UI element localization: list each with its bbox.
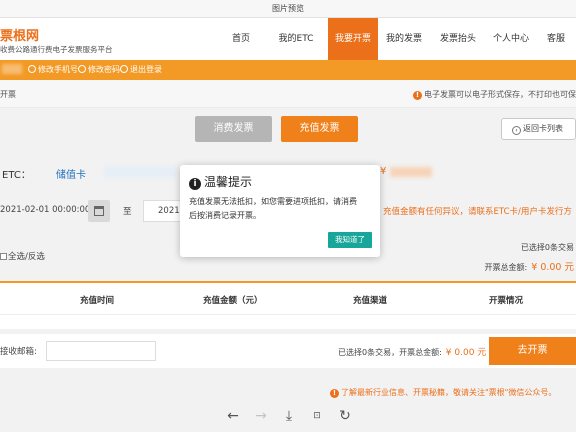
etc-amount-prefix: ¥ — [380, 166, 387, 177]
modal-title: i 温馨提示 — [189, 173, 252, 190]
etc-card-number-blurred — [104, 166, 176, 178]
start-date-field[interactable]: 2021-02-01 00:00:00 — [0, 205, 90, 215]
selected-total: 开票总金额: ¥ 0.00 元 — [484, 262, 574, 273]
fit-icon[interactable]: ⊡ — [307, 406, 327, 426]
phone-icon — [28, 65, 36, 73]
logout-link[interactable]: 退出登录 — [120, 64, 162, 75]
email-input[interactable] — [46, 341, 156, 361]
issue-invoice-button[interactable]: 去开票 — [489, 337, 576, 365]
change-password-link[interactable]: 修改密码 — [78, 64, 120, 75]
nav-invoice-title[interactable]: 发票抬头 — [430, 18, 486, 60]
back-to-card-list-button[interactable]: ‹ 返回卡列表 — [501, 118, 576, 140]
nav-customer-service[interactable]: 客服 — [536, 18, 576, 60]
tab-consume-invoice[interactable]: 消费发票 — [195, 116, 272, 142]
main-nav: 首页 我的ETC 我要开票 我的发票 发票抬头 个人中心 客服 — [218, 18, 576, 60]
nav-issue-invoice[interactable]: 我要开票 — [328, 18, 378, 60]
wechat-promo[interactable]: ! 了解最新行业信息、开票秘籍，敬请关注"票根"微信公众号。 — [330, 387, 556, 398]
info-icon: ! — [330, 389, 339, 398]
select-all-checkbox[interactable]: 全选/反选 — [0, 250, 45, 262]
breadcrumb-current: 开票 — [0, 90, 16, 99]
right-arrow-icon[interactable]: → — [251, 406, 271, 426]
col-invoice-status: 开票情况 — [489, 296, 524, 306]
nav-personal-center[interactable]: 个人中心 — [486, 18, 536, 60]
tab-recharge-invoice[interactable]: 充值发票 — [281, 116, 358, 142]
user-name-blurred — [2, 64, 22, 74]
nav-home[interactable]: 首页 — [218, 18, 264, 60]
etc-card-type: 储值卡 — [56, 170, 86, 181]
selected-count: 已选择0条交易 — [520, 243, 574, 252]
etc-label: ETC： — [2, 170, 31, 181]
col-recharge-amount: 充值金额（元） — [203, 296, 263, 306]
download-icon[interactable]: ⤓ — [279, 406, 299, 426]
calendar-button[interactable] — [88, 200, 110, 222]
calendar-icon — [94, 206, 104, 216]
logo-title[interactable]: 票根网 — [0, 25, 39, 44]
change-phone-link[interactable]: 修改手机号 — [28, 64, 78, 75]
bottom-bar: 接收邮箱: 已选择0条交易，开票总金额: ¥ 0.00 元 去开票 — [0, 334, 576, 368]
viewer-title: 图片预览 — [0, 0, 576, 18]
col-recharge-channel: 充值渠道 — [353, 296, 388, 306]
modal-message-line1: 充值发票无法抵扣，如您需要进项抵扣，请消费 — [189, 197, 357, 206]
email-label: 接收邮箱: — [0, 347, 37, 357]
nav-my-invoices[interactable]: 我的发票 — [378, 18, 430, 60]
breadcrumb: 开票 ! 电子发票可以电子形式保存，不打印也可保 — [0, 80, 576, 108]
nav-my-etc[interactable]: 我的ETC — [264, 18, 328, 60]
rotate-icon[interactable]: ↻ — [335, 406, 355, 426]
dispute-notice: 充值金额有任何异议，请联系ETC卡/用户卡发行方 — [383, 207, 572, 217]
left-arrow-icon[interactable]: ← — [223, 406, 243, 426]
lock-icon — [78, 65, 86, 73]
date-to-label: 至 — [123, 207, 132, 217]
col-recharge-time: 充值时间 — [80, 296, 115, 306]
recharge-table-header: 充值时间 充值金额（元） 充值渠道 开票情况 — [0, 281, 576, 315]
modal-ok-button[interactable]: 我知道了 — [328, 232, 372, 248]
info-icon: ! — [413, 91, 422, 100]
info-icon: i — [189, 178, 201, 190]
checkbox-icon — [0, 253, 7, 260]
back-icon: ‹ — [512, 126, 521, 135]
site-header: 票根网 收费公路通行费电子发票服务平台 首页 我的ETC 我要开票 我的发票 发… — [0, 18, 576, 60]
end-date-field[interactable]: 2021- — [143, 200, 183, 222]
bottom-summary: 已选择0条交易，开票总金额: ¥ 0.00 元 — [338, 348, 487, 358]
viewer-toolbar: ← → ⤓ ⊡ ↻ — [0, 400, 576, 432]
print-notice: ! 电子发票可以电子形式保存，不打印也可保 — [413, 89, 576, 100]
modal-message-line2: 后按消费记录开票。 — [189, 211, 261, 220]
recharge-table-body — [0, 315, 576, 329]
logout-icon — [120, 65, 128, 73]
logo-subtitle: 收费公路通行费电子发票服务平台 — [0, 45, 113, 54]
etc-amount-blurred — [390, 167, 432, 177]
user-bar: 修改手机号 修改密码 退出登录 — [0, 60, 576, 80]
